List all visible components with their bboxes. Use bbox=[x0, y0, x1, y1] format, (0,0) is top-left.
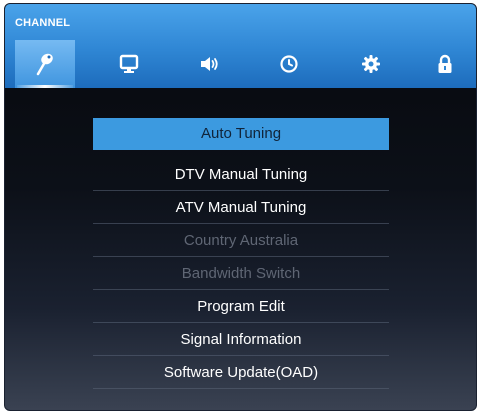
tab-sound[interactable] bbox=[179, 40, 239, 88]
monitor-icon bbox=[119, 54, 139, 73]
tab-picture[interactable] bbox=[99, 40, 159, 88]
tab-setup[interactable] bbox=[341, 40, 401, 88]
menu-item-signal-information[interactable]: Signal Information bbox=[93, 323, 389, 356]
speaker-icon bbox=[201, 57, 218, 71]
satellite-dish-icon bbox=[36, 53, 53, 76]
menu-header: CHANNEL bbox=[5, 4, 476, 88]
tab-channel[interactable] bbox=[15, 40, 75, 88]
channel-menu-list: Auto Tuning DTV Manual Tuning ATV Manual… bbox=[93, 118, 389, 389]
menu-item-country: Country Australia bbox=[93, 224, 389, 257]
tv-menu-window: CHANNEL Auto Tuning DTV Manual Tuning AT… bbox=[4, 3, 477, 411]
menu-item-atv-manual-tuning[interactable]: ATV Manual Tuning bbox=[93, 191, 389, 224]
menu-item-dtv-manual-tuning[interactable]: DTV Manual Tuning bbox=[93, 158, 389, 191]
menu-item-software-update[interactable]: Software Update(OAD) bbox=[93, 356, 389, 389]
menu-item-program-edit[interactable]: Program Edit bbox=[93, 290, 389, 323]
lock-icon bbox=[438, 54, 452, 73]
gear-icon bbox=[362, 55, 380, 73]
tab-bar bbox=[5, 40, 476, 88]
page-title: CHANNEL bbox=[15, 17, 71, 29]
tab-time[interactable] bbox=[259, 40, 319, 88]
tab-lock[interactable] bbox=[415, 40, 475, 88]
selected-tab-indicator bbox=[17, 85, 73, 88]
menu-item-auto-tuning[interactable]: Auto Tuning bbox=[93, 118, 389, 150]
clock-icon bbox=[280, 55, 298, 73]
menu-item-bandwidth-switch: Bandwidth Switch bbox=[93, 257, 389, 290]
